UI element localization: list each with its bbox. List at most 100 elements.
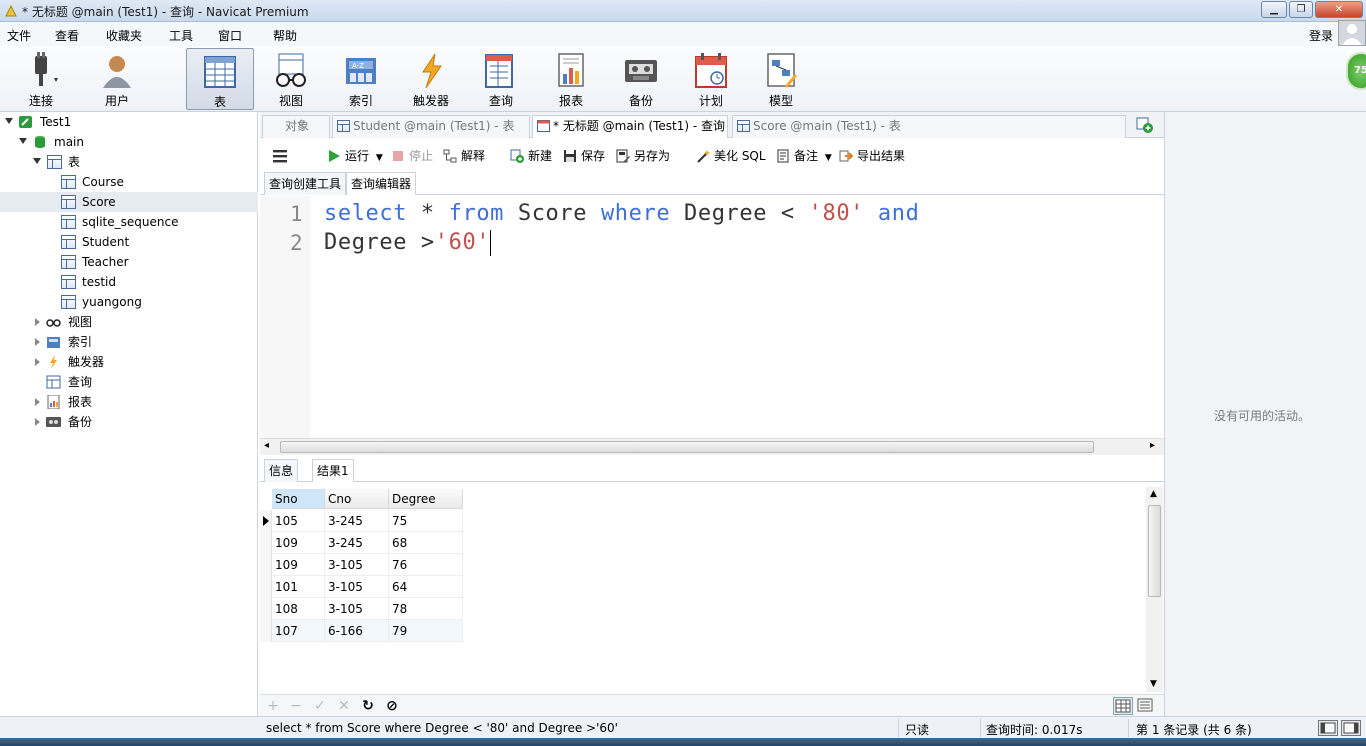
row-indicator[interactable] <box>260 598 272 620</box>
cell-cno[interactable]: 3-245 <box>325 532 389 554</box>
column-header-sno[interactable]: Sno <box>272 489 325 509</box>
scrollbar-thumb[interactable] <box>1148 505 1161 597</box>
cell-cno[interactable]: 6-166 <box>325 620 389 642</box>
new-query-button[interactable]: 新建 <box>510 147 552 165</box>
tab-result-1[interactable]: 结果1 <box>312 459 354 482</box>
tree-table-item[interactable]: Student <box>0 232 258 252</box>
tree-group-views[interactable]: 视图 <box>0 312 258 332</box>
avatar[interactable] <box>1338 20 1366 46</box>
toolbar-connect-button[interactable]: 连接 <box>7 48 75 110</box>
menu-file[interactable]: 文件 <box>7 27 31 44</box>
collapse-arrow-icon[interactable] <box>5 118 13 124</box>
save-button[interactable]: 保存 <box>563 147 605 165</box>
tab-info[interactable]: 信息 <box>264 459 299 482</box>
toolbar-model-button[interactable]: 模型 <box>747 48 815 110</box>
cell-sno[interactable]: 105 <box>272 510 325 532</box>
discard-changes-button[interactable]: ✕ <box>335 697 353 715</box>
cell-degree[interactable]: 64 <box>389 576 463 598</box>
tree-table-item[interactable]: Teacher <box>0 252 258 272</box>
layout-toggle-right[interactable] <box>1341 720 1361 736</box>
tab-untitled-query[interactable]: * 无标题 @main (Test1) - 查询 <box>532 115 728 138</box>
tree-database-main[interactable]: main <box>0 132 258 152</box>
editor-horizontal-scrollbar[interactable]: ◂ ▸ <box>260 438 1164 455</box>
minimize-button[interactable]: ▁ <box>1261 1 1287 18</box>
expand-arrow-icon[interactable] <box>35 338 40 346</box>
explain-button[interactable]: 解释 <box>443 147 485 165</box>
menu-window[interactable]: 窗口 <box>218 27 242 44</box>
scroll-up-icon[interactable]: ▲ <box>1150 489 1157 499</box>
form-view-button[interactable] <box>1136 697 1156 715</box>
column-header-cno[interactable]: Cno <box>325 489 389 509</box>
cell-degree[interactable]: 68 <box>389 532 463 554</box>
tree-group-triggers[interactable]: 触发器 <box>0 352 258 372</box>
grid-view-button[interactable] <box>1113 697 1133 715</box>
toolbar-index-button[interactable]: A-Z 索引 <box>327 48 395 110</box>
tab-query-builder[interactable]: 查询创建工具 <box>264 172 347 195</box>
layout-toggle-left[interactable] <box>1318 720 1338 736</box>
cell-cno[interactable]: 3-105 <box>325 576 389 598</box>
tree-table-item[interactable]: testid <box>0 272 258 292</box>
cell-cno[interactable]: 3-245 <box>325 510 389 532</box>
scroll-right-icon[interactable]: ▸ <box>1150 440 1155 451</box>
new-tab-button[interactable] <box>1136 116 1156 134</box>
run-button[interactable]: 运行 ▼ <box>327 147 383 165</box>
toolbar-backup-button[interactable]: 备份 <box>607 48 675 110</box>
login-link[interactable]: 登录 <box>1309 27 1333 44</box>
tab-query-editor[interactable]: 查询编辑器 <box>346 172 417 195</box>
comment-button[interactable]: 备注 ▼ <box>776 147 832 165</box>
row-indicator[interactable] <box>260 620 272 642</box>
cell-degree[interactable]: 79 <box>389 620 463 642</box>
tree-connection-test1[interactable]: Test1 <box>0 112 258 132</box>
save-as-button[interactable]: 另存为 <box>616 147 670 165</box>
cell-cno[interactable]: 3-105 <box>325 554 389 576</box>
sql-editor[interactable]: 1 2 select * from Score where Degree < '… <box>260 196 1164 438</box>
maximize-button[interactable]: ❐ <box>1289 1 1313 18</box>
expand-arrow-icon[interactable] <box>35 358 40 366</box>
export-results-button[interactable]: 导出结果 <box>839 147 905 165</box>
tree-table-item[interactable]: yuangong <box>0 292 258 312</box>
refresh-button[interactable]: ↻ <box>359 697 377 715</box>
expand-arrow-icon[interactable] <box>35 398 40 406</box>
column-header-degree[interactable]: Degree <box>389 489 463 509</box>
toolbar-report-button[interactable]: 报表 <box>537 48 605 110</box>
stop-button[interactable]: 停止 <box>391 147 433 165</box>
cell-sno[interactable]: 109 <box>272 532 325 554</box>
result-grid[interactable]: Sno Cno Degree 105 3-245 75 109 3-245 68… <box>260 487 1146 692</box>
cell-degree[interactable]: 76 <box>389 554 463 576</box>
stop-loading-button[interactable]: ⊘ <box>383 697 401 715</box>
row-indicator[interactable] <box>260 532 272 554</box>
scroll-left-icon[interactable]: ◂ <box>264 440 269 451</box>
run-dropdown-icon[interactable]: ▼ <box>376 153 383 163</box>
toolbar-query-button[interactable]: 查询 <box>467 48 535 110</box>
tree-group-queries[interactable]: 查询 <box>0 372 258 392</box>
toolbar-schedule-button[interactable]: 计划 <box>677 48 745 110</box>
toolbar-view-button[interactable]: 视图 <box>257 48 325 110</box>
tree-group-reports[interactable]: 报表 <box>0 392 258 412</box>
comment-dropdown-icon[interactable]: ▼ <box>825 153 832 163</box>
tab-score-table[interactable]: Score @main (Test1) - 表 <box>732 115 1126 138</box>
beautify-sql-button[interactable]: 美化 SQL <box>696 147 766 165</box>
add-record-button[interactable]: + <box>264 697 282 715</box>
expand-arrow-icon[interactable] <box>35 418 40 426</box>
tree-group-tables[interactable]: 表 <box>0 152 258 172</box>
row-indicator-current[interactable] <box>260 510 272 532</box>
cell-sno[interactable]: 107 <box>272 620 325 642</box>
menu-help[interactable]: 帮助 <box>273 27 297 44</box>
row-indicator[interactable] <box>260 576 272 598</box>
collapse-arrow-icon[interactable] <box>19 138 27 144</box>
grid-vertical-scrollbar[interactable]: ▲ ▼ <box>1146 487 1163 692</box>
tree-table-item-selected[interactable]: Score <box>0 192 258 212</box>
cell-sno[interactable]: 108 <box>272 598 325 620</box>
tree-group-backups[interactable]: 备份 <box>0 412 258 432</box>
tree-table-item[interactable]: sqlite_sequence <box>0 212 258 232</box>
menu-tools[interactable]: 工具 <box>169 27 193 44</box>
scrollbar-thumb[interactable] <box>280 441 1094 453</box>
toolbar-trigger-button[interactable]: 触发器 <box>397 48 465 110</box>
menu-favorites[interactable]: 收藏夹 <box>106 27 142 44</box>
tab-student-table[interactable]: Student @main (Test1) - 表 <box>332 115 530 138</box>
tree-group-indexes[interactable]: 索引 <box>0 332 258 352</box>
scroll-down-icon[interactable]: ▼ <box>1150 679 1157 689</box>
cell-cno[interactable]: 3-105 <box>325 598 389 620</box>
tree-table-item[interactable]: Course <box>0 172 258 192</box>
toolbar-table-button[interactable]: 表 <box>186 48 254 110</box>
